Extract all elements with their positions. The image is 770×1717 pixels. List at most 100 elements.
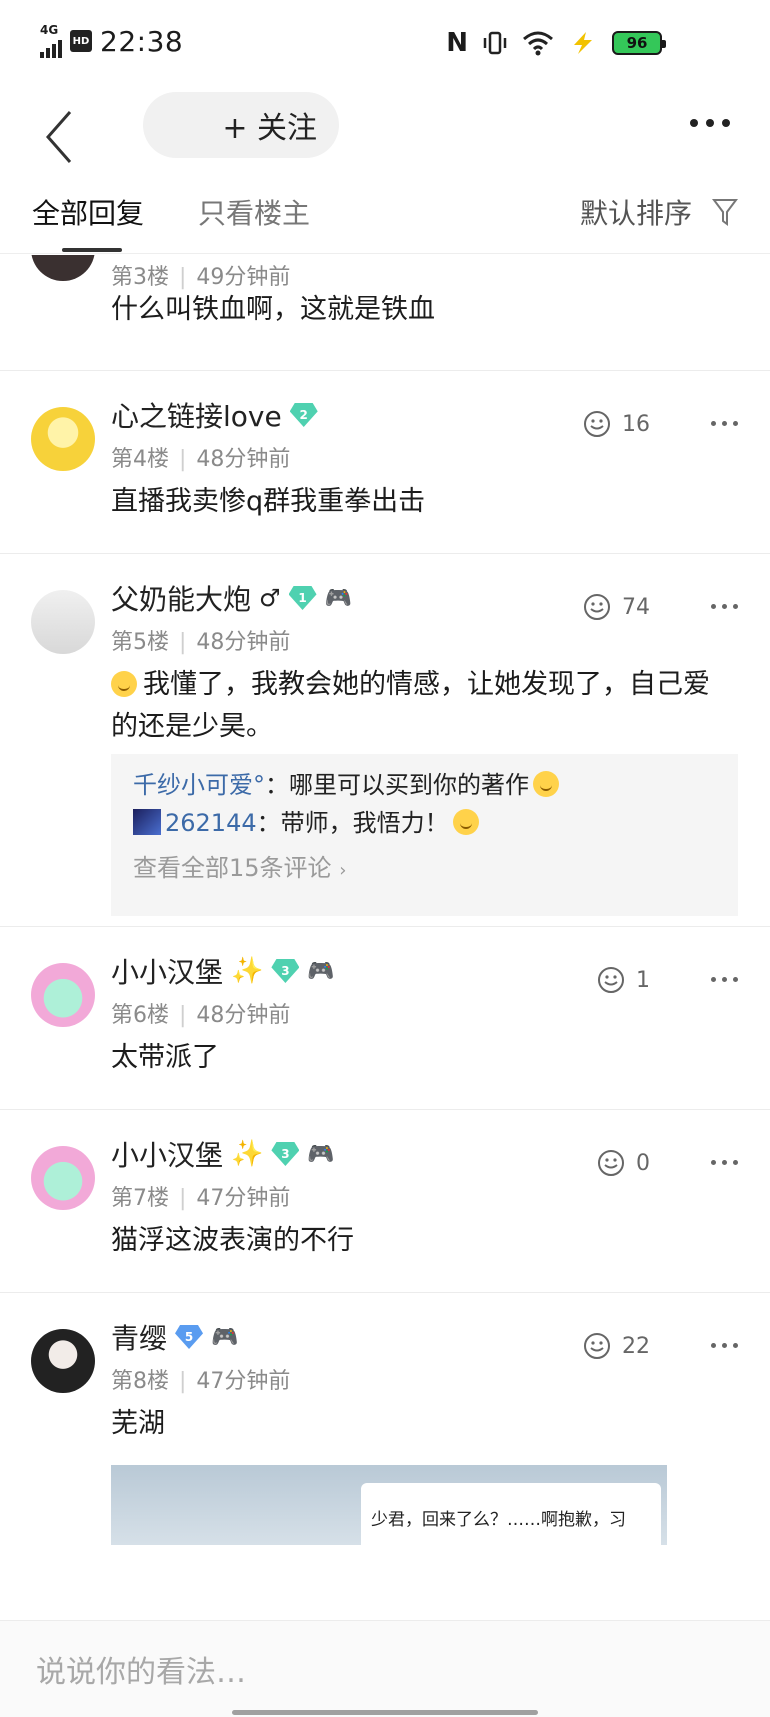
post-more-icon[interactable] xyxy=(711,977,738,982)
floor-number: 第6楼 xyxy=(111,1003,169,1028)
reply-time: 48分钟前 xyxy=(196,447,291,472)
nav-bar: + 关注 xyxy=(0,88,770,188)
avatar[interactable] xyxy=(31,1146,95,1210)
smile-emoji-icon xyxy=(452,809,479,835)
sub-reply-text: ：哪里可以买到你的著作 xyxy=(265,771,529,799)
reply-item-floor-4: 心之链接love 2 第4楼 | 48分钟前 16 直播我卖惨q群我重拳出击 xyxy=(0,371,770,554)
reply-meta: 第5楼 | 48分钟前 xyxy=(111,630,291,655)
battery-level: 96 xyxy=(626,34,648,52)
back-button[interactable] xyxy=(40,102,80,172)
reply-content: 什么叫铁血啊，这就是铁血 xyxy=(111,294,435,325)
post-more-icon[interactable] xyxy=(711,421,738,426)
tab-bar: 全部回复 只看楼主 默认排序 xyxy=(0,188,770,254)
post-more-icon[interactable] xyxy=(711,1343,738,1348)
username[interactable]: 小小汉堡 ✨ 3 🎮 xyxy=(111,951,335,991)
smile-emoji-icon xyxy=(111,671,137,697)
thumbs-up-icon xyxy=(584,594,610,620)
view-all-comments-link[interactable]: 查看全部15条评论 › xyxy=(133,848,716,883)
view-all-label: 查看全部15条评论 xyxy=(133,854,332,882)
username[interactable]: 青缨 5 🎮 xyxy=(111,1317,238,1357)
username-text: 小小汉堡 xyxy=(111,956,224,989)
reply-list: 第3楼 | 49分钟前 什么叫铁血啊，这就是铁血 心之链接love 2 第4楼 | 48分… xyxy=(0,255,770,1620)
reply-meta: 第4楼 | 48分钟前 xyxy=(111,447,291,472)
chevron-right-icon: › xyxy=(339,860,347,881)
like-button[interactable]: 16 xyxy=(580,409,650,439)
avatar[interactable] xyxy=(31,1329,95,1393)
username-text: 小小汉堡 xyxy=(111,1139,224,1172)
reply-content: 直播我卖惨q群我重拳出击 xyxy=(111,486,426,517)
status-bar: 4G HD 22:38 N 96 xyxy=(0,0,770,88)
level-badge: 5 xyxy=(175,1325,204,1349)
like-count: 0 xyxy=(636,1150,650,1176)
reply-time: 49分钟前 xyxy=(196,265,291,290)
level-badge: 3 xyxy=(271,1142,300,1166)
sub-reply-author[interactable]: 千纱小可爱° xyxy=(133,771,265,799)
floor-number: 第8楼 xyxy=(111,1369,169,1394)
level-badge: 1 xyxy=(288,586,317,610)
avatar[interactable] xyxy=(31,255,95,281)
follow-button[interactable]: + 关注 xyxy=(143,92,339,158)
comment-input-bar[interactable]: 说说你的看法… xyxy=(0,1620,770,1717)
like-count: 1 xyxy=(636,967,650,993)
like-count: 16 xyxy=(622,411,650,437)
avatar[interactable] xyxy=(31,407,95,471)
tab-all-replies[interactable]: 全部回复 xyxy=(32,192,144,232)
filter-icon xyxy=(712,199,738,226)
avatar[interactable] xyxy=(31,590,95,654)
active-tab-indicator xyxy=(62,248,122,252)
post-more-icon[interactable] xyxy=(711,1160,738,1165)
username[interactable]: 心之链接love 2 xyxy=(111,395,318,435)
username[interactable]: 小小汉堡 ✨ 3 🎮 xyxy=(111,1134,335,1174)
sparkle-icon: ✨ xyxy=(231,1139,264,1169)
vibrate-icon xyxy=(483,31,507,55)
avatar-thumb xyxy=(133,809,161,835)
comment-input[interactable]: 说说你的看法… xyxy=(36,1647,246,1691)
reply-item-floor-8: 青缨 5 🎮 第8楼 | 47分钟前 22 芜湖 少君，回来了么？……啊抱歉，习 xyxy=(0,1293,770,1620)
gamepad-icon: 🎮 xyxy=(211,1324,239,1350)
sort-label: 默认排序 xyxy=(579,197,692,230)
reply-item-floor-6: 小小汉堡 ✨ 3 🎮 第6楼 | 48分钟前 1 太带派了 xyxy=(0,927,770,1110)
reply-item-floor-7: 小小汉堡 ✨ 3 🎮 第7楼 | 47分钟前 0 猫浮这波表演的不行 xyxy=(0,1110,770,1293)
sub-reply-box[interactable]: 千纱小可爱°：哪里可以买到你的著作 262144：带师，我悟力！ 查看全部15条… xyxy=(111,754,738,916)
username-text: 父奶能大炮 xyxy=(111,583,252,616)
more-options-icon[interactable] xyxy=(690,108,730,138)
reply-meta: 第3楼 | 49分钟前 xyxy=(111,265,291,290)
like-count: 74 xyxy=(622,594,650,620)
sub-reply: 千纱小可爱°：哪里可以买到你的著作 xyxy=(133,766,716,804)
wifi-icon xyxy=(523,31,553,56)
gamepad-icon: 🎮 xyxy=(324,585,352,611)
gender-icon: ♂ xyxy=(259,584,281,612)
reply-time: 47分钟前 xyxy=(196,1369,291,1394)
sub-reply-author[interactable]: 262144 xyxy=(165,809,257,837)
reply-content: 太带派了 xyxy=(111,1042,219,1073)
level-badge: 2 xyxy=(289,403,318,427)
avatar[interactable] xyxy=(31,963,95,1027)
like-count: 22 xyxy=(622,1333,650,1359)
reply-time: 47分钟前 xyxy=(196,1186,291,1211)
post-image[interactable]: 少君，回来了么？……啊抱歉，习 xyxy=(111,1465,667,1545)
reply-text: 我懂了，我教会她的情感，让她发现了，自己爱的还是少昊。 xyxy=(111,669,710,742)
reply-content: 猫浮这波表演的不行 xyxy=(111,1225,354,1256)
reply-content: 芜湖 xyxy=(111,1408,165,1439)
network-type: 4G xyxy=(40,23,59,37)
post-more-icon[interactable] xyxy=(711,604,738,609)
like-button[interactable]: 0 xyxy=(594,1148,650,1178)
tab-host-only[interactable]: 只看楼主 xyxy=(198,192,310,232)
sort-button[interactable]: 默认排序 xyxy=(580,192,738,232)
username[interactable]: 父奶能大炮 ♂ 1 🎮 xyxy=(111,578,352,618)
nfc-icon: N xyxy=(446,28,468,58)
reply-content: 我懂了，我教会她的情感，让她发现了，自己爱的还是少昊。 xyxy=(111,664,731,748)
like-button[interactable]: 22 xyxy=(580,1331,650,1361)
like-button[interactable]: 74 xyxy=(580,592,650,622)
thumbs-up-icon xyxy=(584,1333,610,1359)
like-button[interactable]: 1 xyxy=(594,965,650,995)
floor-number: 第4楼 xyxy=(111,447,169,472)
floor-number: 第7楼 xyxy=(111,1186,169,1211)
sub-reply: 262144：带师，我悟力！ xyxy=(133,804,716,842)
gamepad-icon: 🎮 xyxy=(307,958,335,984)
home-indicator[interactable] xyxy=(232,1710,538,1715)
image-caption-bubble: 少君，回来了么？……啊抱歉，习 xyxy=(361,1483,661,1545)
reply-item-floor-3: 第3楼 | 49分钟前 什么叫铁血啊，这就是铁血 xyxy=(0,255,770,371)
thumbs-up-icon xyxy=(598,967,624,993)
charging-icon xyxy=(574,32,592,54)
